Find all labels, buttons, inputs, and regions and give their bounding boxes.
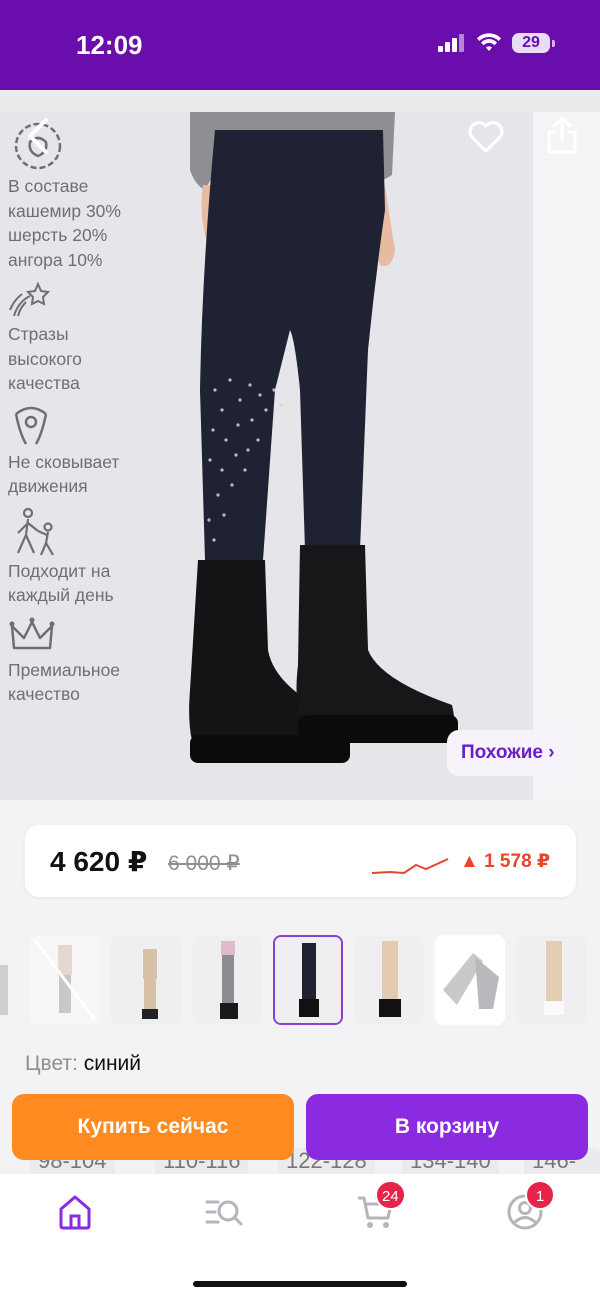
cart-badge: 24 — [375, 1180, 406, 1210]
similar-products-button[interactable]: Похожие › — [447, 730, 569, 776]
add-to-cart-button[interactable]: В корзину — [306, 1094, 588, 1160]
price-change: ▲ 1 578 ₽ — [460, 851, 551, 872]
home-indicator — [193, 1281, 407, 1287]
battery-indicator: 29 — [512, 33, 555, 53]
status-icons: 29 — [438, 33, 555, 53]
color-thumbnail[interactable] — [30, 935, 100, 1025]
catalog-search-icon[interactable] — [204, 1192, 244, 1232]
status-bar: 12:09 29 — [0, 0, 600, 90]
feature-item: Не сковывает движения — [8, 404, 148, 499]
feature-text: Подходит на каждый день — [8, 560, 114, 606]
home-icon[interactable] — [55, 1192, 95, 1232]
color-thumbnails — [0, 935, 600, 1027]
color-row: Цвет: синий — [25, 1052, 141, 1076]
heart-icon[interactable] — [466, 116, 506, 156]
color-value: синий — [83, 1052, 142, 1075]
color-thumbnail[interactable] — [111, 935, 181, 1025]
current-price: 4 620 ₽ — [50, 846, 148, 877]
feature-item: Подходит на каждый день — [8, 507, 148, 608]
profile-tab[interactable]: 1 — [505, 1180, 555, 1232]
color-thumbnail-selected[interactable] — [273, 935, 343, 1025]
signal-icon — [438, 34, 464, 52]
shooting-star-icon — [9, 281, 51, 317]
cart-tab[interactable]: 24 — [355, 1180, 406, 1232]
stretch-figure-icon — [14, 406, 48, 445]
color-thumbnail[interactable] — [435, 935, 505, 1025]
price-card[interactable]: 4 620 ₽ 6 000 ₽ ▲ 1 578 ₽ — [25, 825, 576, 897]
buy-now-button[interactable]: Купить сейчас — [12, 1094, 294, 1160]
features-list: В составе кашемир 30% шерсть 20% ангора … — [8, 120, 148, 715]
status-time: 12:09 — [76, 30, 143, 60]
feature-text: Стразы высокого качества — [8, 324, 82, 393]
color-label: Цвет: — [25, 1052, 78, 1075]
feature-item: Премиальное качество — [8, 616, 148, 707]
feature-text: В составе кашемир 30% шерсть 20% ангора … — [8, 176, 121, 270]
price-history-graph — [371, 858, 449, 875]
feature-text: Премиальное качество — [8, 659, 121, 705]
color-thumbnail[interactable] — [192, 935, 262, 1025]
old-price: 6 000 ₽ — [168, 852, 240, 875]
share-icon[interactable] — [544, 114, 580, 156]
color-thumbnail[interactable] — [516, 935, 586, 1025]
profile-badge: 1 — [525, 1180, 555, 1210]
product-gallery[interactable]: В составе кашемир 30% шерсть 20% ангора … — [0, 90, 600, 800]
color-thumbnail[interactable] — [0, 935, 18, 1025]
feature-item: Стразы высокого качества — [8, 280, 148, 396]
feature-text: Не сковывает движения — [8, 451, 120, 497]
wifi-icon — [477, 33, 501, 51]
walking-people-icon — [16, 507, 54, 556]
crown-icon — [9, 617, 55, 649]
back-icon[interactable] — [22, 116, 56, 156]
color-thumbnail[interactable] — [354, 935, 424, 1025]
